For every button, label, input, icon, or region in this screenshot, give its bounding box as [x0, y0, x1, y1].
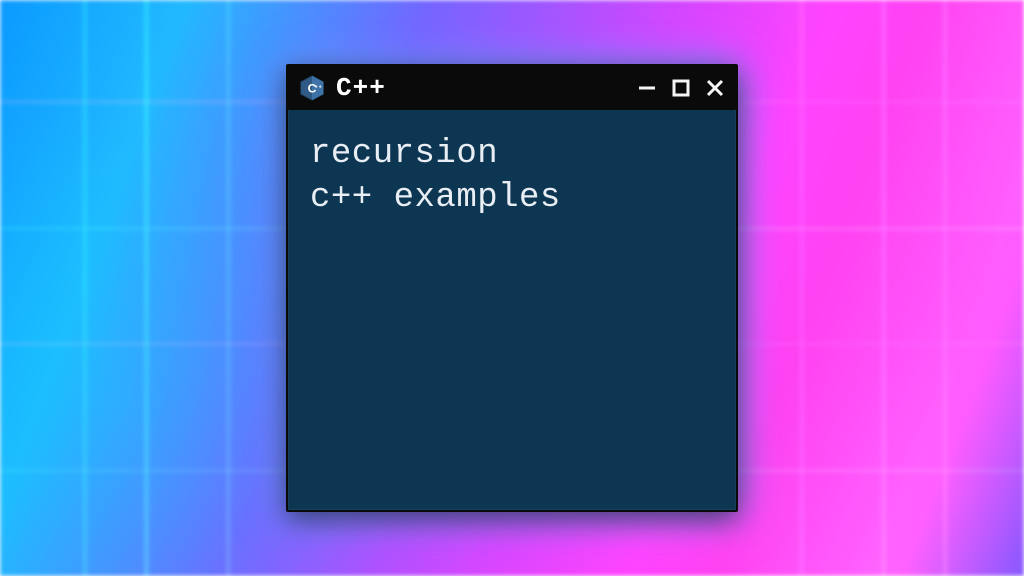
window-titlebar[interactable]: C + + C++	[288, 66, 736, 110]
terminal-body: recursion c++ examples	[288, 110, 736, 242]
window-controls	[636, 77, 726, 99]
minimize-button[interactable]	[636, 77, 658, 99]
svg-text:+: +	[319, 84, 322, 90]
terminal-text-line-2: c++ examples	[310, 176, 714, 220]
title-left-group: C + + C++	[298, 73, 386, 103]
window-title: C++	[336, 73, 386, 103]
terminal-glow-wrap: C + + C++	[286, 64, 738, 512]
cpp-icon: C + +	[298, 74, 326, 102]
svg-text:+: +	[315, 84, 318, 90]
terminal-window: C + + C++	[286, 64, 738, 512]
maximize-button[interactable]	[670, 77, 692, 99]
terminal-text-line-1: recursion	[310, 132, 714, 176]
close-button[interactable]	[704, 77, 726, 99]
